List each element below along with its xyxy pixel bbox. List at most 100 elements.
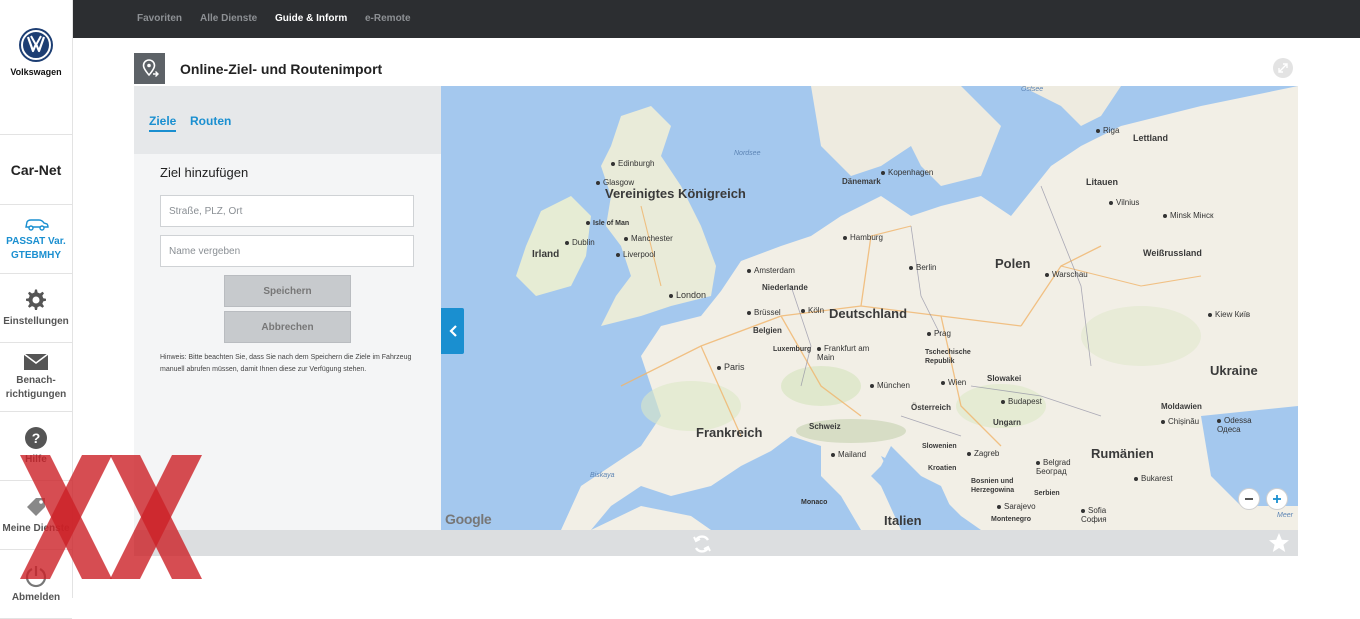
map-label-city: Isle of Man <box>586 220 629 227</box>
map-label-city: Monaco <box>801 499 828 506</box>
page-title: Online-Ziel- und Routenimport <box>180 61 383 77</box>
map-label-city: Budapest <box>1001 397 1042 406</box>
map-label-city: Warschau <box>1045 270 1088 279</box>
map-label-country: Bosnien und Herzegowina <box>971 478 1015 494</box>
map-label-country: Frankreich <box>696 425 763 440</box>
map-label-city: Frankfurt am Main <box>817 344 877 362</box>
map-label-country: Montenegro <box>991 516 1032 523</box>
google-logo: Google <box>445 511 492 527</box>
name-input[interactable] <box>160 235 414 267</box>
map-label-sea: Biskaya <box>590 472 615 479</box>
minus-icon <box>1245 498 1253 500</box>
map-label-city: Kiew Київ <box>1208 310 1258 319</box>
nav-tab-guide-inform[interactable]: Guide & Inform <box>275 13 347 24</box>
zoom-in-button[interactable] <box>1266 488 1288 510</box>
gear-icon <box>26 289 46 310</box>
sidebar-item-notifications[interactable]: Benach- richtigungen <box>0 343 72 412</box>
map-label-country: Italien <box>884 513 922 528</box>
map-label-city: Kopenhagen <box>881 168 933 177</box>
plus-icon <box>1273 495 1281 503</box>
form-tabs: Ziele Routen <box>134 86 441 154</box>
map-label-city: Glasgow <box>596 178 634 187</box>
map-label-city: Riga <box>1096 126 1119 135</box>
map[interactable]: Vereinigtes Königreich Irland Deutschlan… <box>441 86 1298 530</box>
map-label-city: Belgrad Београд <box>1036 458 1091 476</box>
map-label-country: Vereinigtes Königreich <box>605 186 746 201</box>
map-label-country: Österreich <box>911 403 952 412</box>
map-label-city: Paris <box>717 362 745 372</box>
volkswagen-logo-icon <box>19 28 53 62</box>
brand-logo[interactable]: Volkswagen <box>0 27 72 135</box>
help-icon: ? <box>25 426 47 449</box>
svg-text:?: ? <box>32 430 41 446</box>
map-label-city: Prag <box>927 329 951 338</box>
sidebar-item-settings[interactable]: Einstellungen <box>0 274 72 343</box>
map-label-country: Litauen <box>1086 177 1119 187</box>
map-label-city: Liverpool <box>616 250 655 259</box>
top-navigation: Favoriten Alle Dienste Guide & Inform e-… <box>73 0 1360 38</box>
map-label-city: Odessa Одеса <box>1217 416 1267 434</box>
map-label-country: Slowenien <box>922 443 957 450</box>
map-label-country: Ukraine <box>1210 363 1258 378</box>
map-label-city: München <box>870 381 910 390</box>
tab-destinations[interactable]: Ziele <box>149 114 177 132</box>
map-label-city: Berlin <box>909 263 936 272</box>
map-label-city: Chișinău <box>1161 417 1199 426</box>
cancel-button[interactable]: Abbrechen <box>224 311 351 343</box>
map-label-country: Lettland <box>1133 133 1168 143</box>
map-label-city: Minsk Мінск <box>1163 211 1223 220</box>
map-label-sea: Nordsee <box>734 150 761 157</box>
star-icon[interactable] <box>1268 532 1290 554</box>
map-toolbar <box>134 530 1298 556</box>
envelope-icon <box>23 352 49 370</box>
nav-tab-all-services[interactable]: Alle Dienste <box>200 13 257 24</box>
collapse-panel-button[interactable] <box>441 308 464 354</box>
address-input[interactable] <box>160 195 414 227</box>
service-name: Car-Net <box>0 135 72 205</box>
tab-routes[interactable]: Routen <box>190 114 231 128</box>
map-label-country: Luxemburg <box>773 346 812 353</box>
vehicle-plate: GTEBMHY <box>11 249 61 261</box>
sidebar-item-label: Einstellungen <box>3 315 69 327</box>
map-pin-icon <box>134 53 165 84</box>
xx-watermark-icon <box>20 455 202 579</box>
map-label-sea: Ostsee <box>1021 86 1044 93</box>
map-label-city: Sofia София <box>1081 506 1131 524</box>
sidebar-item-vehicle[interactable]: PASSAT Var. GTEBMHY <box>0 205 72 274</box>
map-label-sea: Meer <box>1277 512 1293 519</box>
sidebar-item-label: Benach- <box>16 374 56 386</box>
map-label-country: Moldawien <box>1161 402 1202 411</box>
map-label-country: Irland <box>532 249 560 260</box>
expand-button[interactable] <box>1273 58 1293 78</box>
map-label-city: Manchester <box>624 234 673 243</box>
sidebar-item-label: richtigungen <box>5 388 67 400</box>
map-label-city: Sarajevo <box>997 502 1036 511</box>
nav-tab-e-remote[interactable]: e-Remote <box>365 13 411 24</box>
map-label-city: Vilnius <box>1109 198 1139 207</box>
map-label-country: Schweiz <box>809 422 841 431</box>
map-label-city: Bukarest <box>1134 474 1173 483</box>
map-label-country: Rumänien <box>1091 446 1154 461</box>
form-heading: Ziel hinzufügen <box>160 165 249 180</box>
zoom-out-button[interactable] <box>1238 488 1260 510</box>
expand-icon <box>1278 63 1288 73</box>
map-label-country: Slowakei <box>987 374 1022 383</box>
map-label-country: Deutschland <box>829 306 908 321</box>
map-label-country: Polen <box>995 256 1031 271</box>
map-label-country: Dänemark <box>842 177 881 186</box>
map-label-city: Dublin <box>565 238 595 247</box>
map-label-city: London <box>669 290 706 300</box>
map-label-city: Hamburg <box>843 233 883 242</box>
map-label-country: Ungarn <box>993 418 1021 427</box>
map-label-city: Brüssel <box>747 308 781 317</box>
map-label-city: Wien <box>941 378 966 387</box>
map-label-city: Mailand <box>831 450 866 459</box>
map-label-country: Weißrussland <box>1143 248 1202 258</box>
nav-tab-favorites[interactable]: Favoriten <box>137 13 182 24</box>
map-label-country: Niederlande <box>762 283 808 292</box>
save-button[interactable]: Speichern <box>224 275 351 307</box>
vehicle-model: PASSAT Var. <box>6 235 66 247</box>
car-icon <box>25 218 49 231</box>
map-label-country: Tschechische Republik <box>925 349 971 365</box>
refresh-icon[interactable] <box>691 533 713 555</box>
